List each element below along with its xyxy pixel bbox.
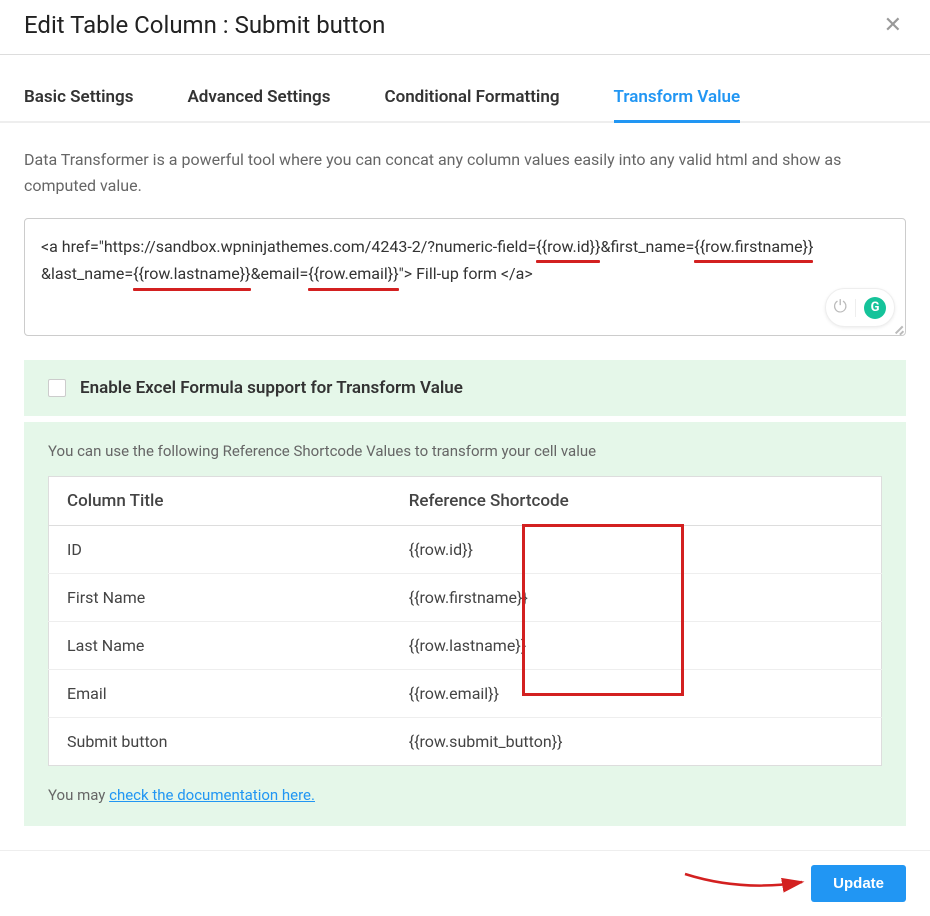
tab-advanced-settings[interactable]: Advanced Settings xyxy=(187,79,330,121)
table-row: Submit button{{row.submit_button}} xyxy=(49,718,882,766)
shortcode-table: Column Title Reference Shortcode ID{{row… xyxy=(48,476,882,766)
editor-text: &last_name= xyxy=(41,264,133,283)
excel-formula-label: Enable Excel Formula support for Transfo… xyxy=(80,378,463,398)
shortcode-intro: You can use the following Reference Shor… xyxy=(48,442,882,460)
shortcode-table-wrap: Column Title Reference Shortcode ID{{row… xyxy=(48,476,882,766)
cell-column-title: ID xyxy=(49,526,391,574)
doc-prefix: You may xyxy=(48,786,109,804)
transform-value-editor[interactable]: <a href="https://sandbox.wpninjathemes.c… xyxy=(24,218,906,336)
update-button[interactable]: Update xyxy=(811,865,906,902)
cell-column-title: Email xyxy=(49,670,391,718)
cell-reference-shortcode: {{row.firstname}} xyxy=(391,574,882,622)
editor-tools: ⏻ G xyxy=(825,288,895,327)
editor-text: &first_name= xyxy=(600,237,694,256)
tab-content: Data Transformer is a powerful tool wher… xyxy=(0,123,930,850)
dialog-footer: Update xyxy=(0,850,930,916)
description-text: Data Transformer is a powerful tool wher… xyxy=(24,147,906,198)
tab-conditional-formatting[interactable]: Conditional Formatting xyxy=(384,79,559,121)
cell-reference-shortcode: {{row.email}} xyxy=(391,670,882,718)
editor-text: "> Fill-up form </a> xyxy=(399,264,533,283)
annotation-arrow xyxy=(682,864,812,904)
editor-text: &email= xyxy=(251,264,309,283)
editor-shortcode-token: {{row.id}} xyxy=(536,233,600,260)
tab-basic-settings[interactable]: Basic Settings xyxy=(24,79,133,121)
col-header-title: Column Title xyxy=(49,477,391,526)
tab-transform-value[interactable]: Transform Value xyxy=(614,79,741,121)
editor-shortcode-token: {{row.email}} xyxy=(308,260,398,287)
tabs: Basic Settings Advanced Settings Conditi… xyxy=(0,79,930,123)
table-row: ID{{row.id}} xyxy=(49,526,882,574)
cell-column-title: First Name xyxy=(49,574,391,622)
cell-reference-shortcode: {{row.lastname}} xyxy=(391,622,882,670)
dialog-title: Edit Table Column : Submit button xyxy=(24,11,385,39)
power-icon[interactable]: ⏻ xyxy=(834,293,847,322)
cell-column-title: Last Name xyxy=(49,622,391,670)
excel-formula-panel: Enable Excel Formula support for Transfo… xyxy=(24,360,906,416)
cell-column-title: Submit button xyxy=(49,718,391,766)
table-row: First Name{{row.firstname}} xyxy=(49,574,882,622)
editor-shortcode-token: {{row.firstname}} xyxy=(694,233,813,260)
editor-text: <a href="https://sandbox.wpninjathemes.c… xyxy=(41,237,536,256)
cell-reference-shortcode: {{row.id}} xyxy=(391,526,882,574)
table-row: Last Name{{row.lastname}} xyxy=(49,622,882,670)
close-button[interactable]: ✕ xyxy=(880,10,906,40)
close-icon: ✕ xyxy=(884,12,902,37)
resize-handle-icon[interactable] xyxy=(892,322,904,334)
excel-formula-checkbox[interactable] xyxy=(48,379,66,397)
separator xyxy=(855,299,856,317)
shortcode-panel: You can use the following Reference Shor… xyxy=(24,422,906,826)
table-row: Email{{row.email}} xyxy=(49,670,882,718)
cell-reference-shortcode: {{row.submit_button}} xyxy=(391,718,882,766)
grammarly-icon[interactable]: G xyxy=(864,297,886,319)
col-header-code: Reference Shortcode xyxy=(391,477,882,526)
doc-link[interactable]: check the documentation here. xyxy=(109,786,315,804)
dialog-header: Edit Table Column : Submit button ✕ xyxy=(0,0,930,55)
editor-shortcode-token: {{row.lastname}} xyxy=(133,260,250,287)
doc-text: You may check the documentation here. xyxy=(48,786,882,804)
